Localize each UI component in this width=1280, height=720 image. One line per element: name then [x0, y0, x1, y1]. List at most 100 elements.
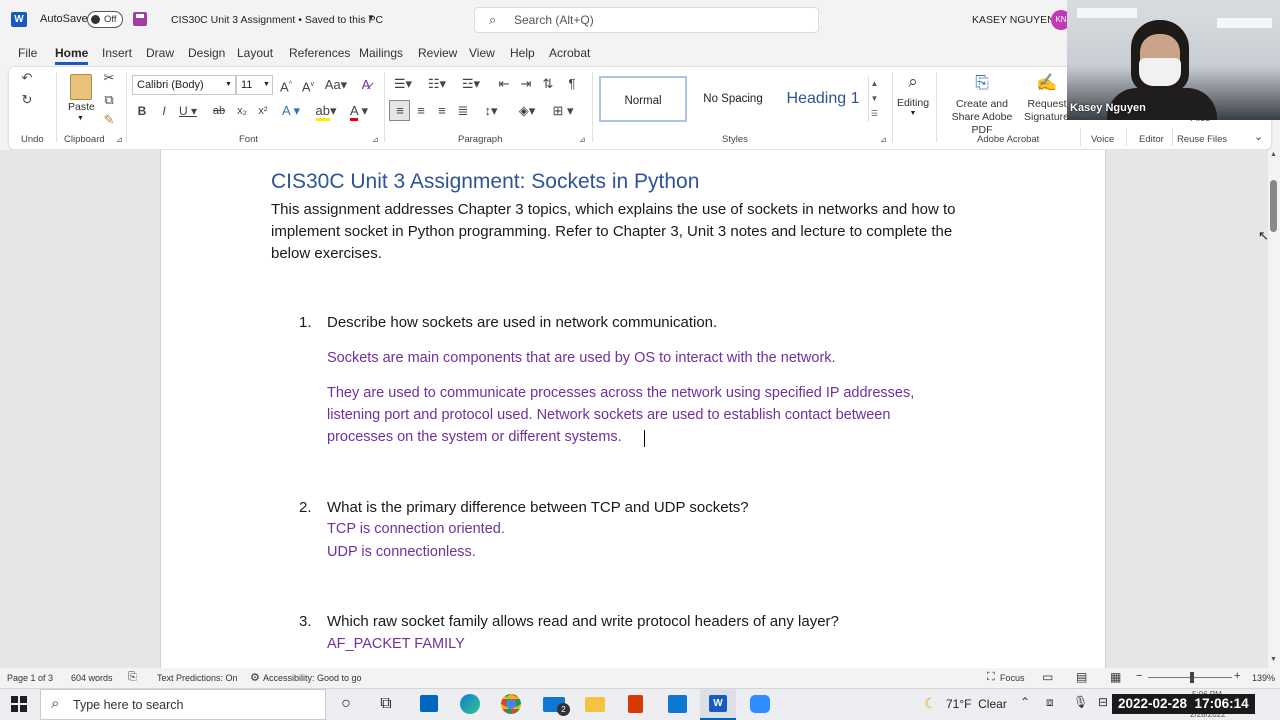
taskbar-search-box[interactable]: ⌕ Type here to search	[40, 689, 326, 720]
task-view-icon[interactable]: ⧉	[369, 688, 403, 720]
zoom-app-icon[interactable]	[750, 695, 770, 713]
tab-review[interactable]: Review	[418, 46, 457, 60]
tab-acrobat[interactable]: Acrobat	[549, 46, 590, 60]
bullets-icon[interactable]: ☰▾	[390, 76, 416, 92]
file-explorer-icon[interactable]	[585, 697, 605, 712]
chrome-icon[interactable]	[501, 694, 521, 714]
zoom-in-icon[interactable]: +	[1234, 670, 1240, 682]
clear-formatting-icon[interactable]: A̷	[357, 77, 375, 93]
scroll-thumb[interactable]	[1270, 180, 1277, 232]
text-effects-icon[interactable]: A ▾	[278, 103, 304, 119]
dialog-launcher-icon[interactable]: ⊿	[116, 135, 123, 144]
create-share-pdf-button[interactable]: ⎘ Create and Share Adobe PDF	[940, 72, 1024, 137]
search-box[interactable]: ⌕ Search (Alt+Q)	[474, 7, 819, 33]
bold-icon[interactable]: B	[135, 103, 149, 119]
save-icon[interactable]	[133, 12, 147, 26]
print-layout-icon[interactable]: ▤	[1076, 670, 1087, 684]
tab-file[interactable]: File	[18, 46, 37, 60]
calendar-icon[interactable]	[668, 695, 687, 713]
tray-icon[interactable]: ⊟	[1098, 695, 1108, 709]
windows-start-icon[interactable]	[11, 696, 27, 712]
focus-button[interactable]: Focus	[1000, 673, 1025, 683]
text-predictions[interactable]: Text Predictions: On	[157, 673, 238, 683]
tab-mailings[interactable]: Mailings	[359, 46, 403, 60]
borders-icon[interactable]: ⊞ ▾	[548, 103, 578, 119]
shading-icon[interactable]: ◈▾	[514, 103, 540, 119]
word-count[interactable]: 604 words	[71, 673, 113, 683]
microphone-icon[interactable]: 🎙	[1073, 695, 1088, 709]
tab-layout[interactable]: Layout	[237, 46, 273, 60]
subscript-icon[interactable]: x₂	[234, 103, 250, 119]
document-area[interactable]: CIS30C Unit 3 Assignment: Sockets in Pyt…	[0, 150, 1268, 668]
dialog-launcher-icon[interactable]: ⊿	[880, 135, 887, 144]
read-mode-icon[interactable]: ▭	[1042, 670, 1053, 684]
style-normal[interactable]: Normal	[599, 76, 687, 122]
cortana-icon[interactable]: ○	[329, 688, 363, 720]
strikethrough-icon[interactable]: ab	[211, 103, 227, 119]
tab-draw[interactable]: Draw	[146, 46, 174, 60]
grow-font-icon[interactable]: A^	[278, 77, 294, 95]
line-spacing-icon[interactable]: ↕▾	[478, 103, 504, 119]
multilevel-list-icon[interactable]: ☲▾	[458, 76, 484, 92]
proofing-icon[interactable]: ⎘	[128, 671, 137, 684]
dialog-launcher-icon[interactable]: ⊿	[372, 135, 379, 144]
tab-help[interactable]: Help	[510, 46, 535, 60]
store-icon[interactable]	[420, 695, 438, 712]
scroll-up-icon[interactable]: ▲	[1270, 151, 1277, 158]
underline-icon[interactable]: U ▾	[176, 103, 200, 119]
change-case-icon[interactable]: Aa▾	[324, 77, 348, 93]
document-page[interactable]: CIS30C Unit 3 Assignment: Sockets in Pyt…	[160, 150, 1106, 668]
page-count[interactable]: Page 1 of 3	[7, 673, 53, 683]
redo-icon[interactable]: ↻	[18, 92, 36, 108]
tab-insert[interactable]: Insert	[102, 46, 132, 60]
paste-button[interactable]: Paste ▼	[66, 72, 96, 124]
align-center-icon[interactable]: ≡	[413, 103, 429, 119]
styles-scroll[interactable]: ▲ ▼ ☰	[868, 76, 880, 122]
accessibility-status[interactable]: Accessibility: Good to go	[263, 673, 362, 683]
user-name[interactable]: KASEY NGUYEN	[972, 14, 1055, 26]
scroll-down-icon[interactable]: ▼	[1270, 656, 1277, 663]
cut-icon[interactable]: ✂	[102, 70, 116, 86]
tab-view[interactable]: View	[469, 46, 495, 60]
superscript-icon[interactable]: x²	[255, 103, 271, 119]
tab-design[interactable]: Design	[188, 46, 225, 60]
chevron-down-icon[interactable]: ▼	[367, 13, 375, 22]
style-no-spacing[interactable]: No Spacing	[689, 76, 777, 122]
font-color-icon[interactable]: A ▾	[345, 103, 373, 121]
tab-references[interactable]: References	[289, 46, 350, 60]
zoom-level[interactable]: 139%	[1252, 673, 1275, 683]
font-size-dropdown[interactable]: 11 ▼	[236, 75, 273, 95]
edge-icon[interactable]	[460, 694, 480, 714]
tray-icon[interactable]: ⧈	[1046, 695, 1054, 710]
justify-icon[interactable]: ≣	[455, 103, 471, 119]
copy-icon[interactable]: ⧉	[102, 92, 116, 108]
web-layout-icon[interactable]: ▦	[1110, 670, 1121, 684]
align-right-icon[interactable]: ≡	[434, 103, 450, 119]
editing-button[interactable]: ⌕ Editing ▼	[894, 72, 932, 124]
collapse-ribbon-icon[interactable]: ⌄	[1254, 130, 1263, 143]
office-icon[interactable]	[628, 695, 643, 713]
dialog-launcher-icon[interactable]: ⊿	[579, 135, 586, 144]
taskbar-word-active[interactable]: W	[700, 689, 736, 720]
align-left-button[interactable]: ≡	[389, 100, 410, 121]
document-title[interactable]: CIS30C Unit 3 Assignment • Saved to this…	[171, 14, 383, 26]
autosave-toggle[interactable]: Off	[87, 11, 123, 28]
increase-indent-icon[interactable]: ⇥	[518, 76, 534, 92]
weather-text[interactable]: 71°F Clear	[946, 697, 1007, 711]
vertical-scrollbar[interactable]: ▲ ▼	[1268, 150, 1280, 668]
zoom-slider-thumb[interactable]	[1190, 672, 1194, 683]
chevron-up-icon[interactable]: ⌃	[1020, 695, 1030, 709]
zoom-out-icon[interactable]: −	[1136, 670, 1142, 682]
italic-icon[interactable]: I	[157, 103, 171, 119]
format-painter-icon[interactable]: ✎	[102, 112, 116, 128]
numbering-icon[interactable]: ☷▾	[424, 76, 450, 92]
style-heading-1[interactable]: Heading 1	[779, 76, 867, 122]
undo-icon[interactable]: ↶	[18, 70, 36, 86]
tab-home[interactable]: Home	[55, 46, 88, 60]
mail-icon[interactable]: 2	[543, 697, 570, 716]
decrease-indent-icon[interactable]: ⇤	[496, 76, 512, 92]
font-name-dropdown[interactable]: Calibri (Body) ▼	[132, 75, 236, 95]
highlight-icon[interactable]: ab▾	[312, 103, 340, 121]
show-formatting-icon[interactable]: ¶	[564, 76, 580, 92]
sort-icon[interactable]: ⇅	[540, 76, 556, 92]
